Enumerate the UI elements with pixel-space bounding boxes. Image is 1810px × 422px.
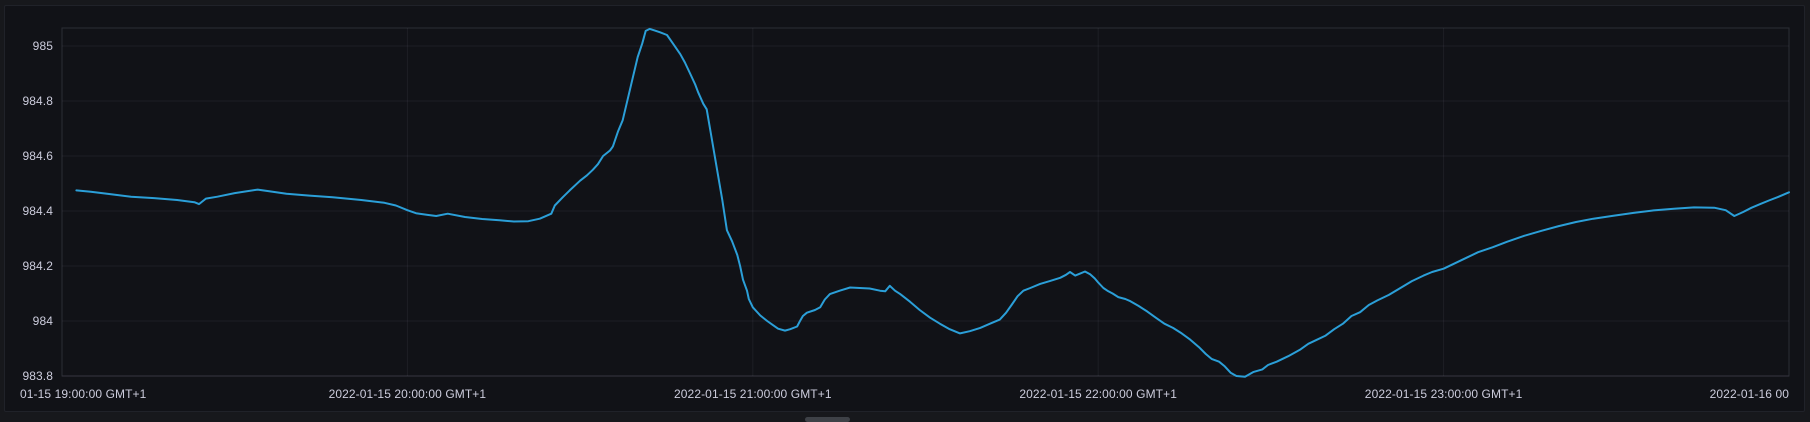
x-tick-label: 2022-01-16 00 bbox=[1710, 387, 1789, 401]
chart-canvas bbox=[0, 0, 1810, 422]
plot-area[interactable] bbox=[62, 28, 1789, 376]
x-tick-label: 2022-01-15 23:00:00 GMT+1 bbox=[1365, 387, 1523, 401]
y-tick-label: 984.8 bbox=[3, 94, 53, 108]
y-tick-label: 984.4 bbox=[3, 204, 53, 218]
horizontal-scrollbar-thumb[interactable] bbox=[805, 417, 850, 422]
y-tick-label: 983.8 bbox=[3, 369, 53, 383]
dashboard-page: { "panel": { "background": "#111217", "p… bbox=[0, 0, 1810, 422]
y-tick-label: 984 bbox=[3, 314, 53, 328]
y-tick-label: 985 bbox=[3, 39, 53, 53]
x-tick-label: 01-15 19:00:00 GMT+1 bbox=[20, 387, 146, 401]
x-tick-label: 2022-01-15 21:00:00 GMT+1 bbox=[674, 387, 832, 401]
y-tick-label: 984.2 bbox=[3, 259, 53, 273]
y-tick-label: 984.6 bbox=[3, 149, 53, 163]
x-tick-label: 2022-01-15 20:00:00 GMT+1 bbox=[329, 387, 487, 401]
x-tick-label: 2022-01-15 22:00:00 GMT+1 bbox=[1019, 387, 1177, 401]
